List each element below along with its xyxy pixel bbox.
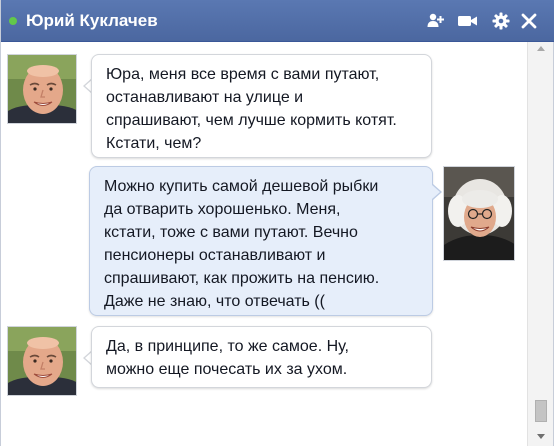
message-text-line: Можно купить самой дешевой рыбки [104, 178, 379, 195]
message-list[interactable]: Юра, меня все время с вами путают, остан… [1, 42, 527, 446]
message-incoming: Юра, меня все время с вами путают, остан… [1, 42, 527, 162]
message-text-line: пенсионеры останавливают и [104, 247, 326, 264]
message-bubble[interactable]: Да, в принципе, то же самое. Ну, можно е… [91, 326, 432, 388]
message-bubble[interactable]: Юра, меня все время с вами путают, остан… [91, 54, 432, 158]
message-text-line: Да, в принципе, то же самое. Ну, [106, 338, 349, 355]
close-icon[interactable] [519, 11, 539, 31]
message-text-line: да отварить хорошенько. Меня, [104, 201, 341, 218]
chat-titlebar[interactable]: Юрий Куклачев [1, 0, 554, 42]
contact-avatar[interactable] [7, 326, 77, 396]
message-bubble[interactable]: Можно купить самой дешевой рыбки да отва… [89, 166, 433, 316]
chat-window: Юрий Куклачев Юра, меня все время с вами… [0, 0, 554, 446]
message-text-line: Юра, меня все время с вами путают, [106, 66, 380, 83]
settings-gear-icon[interactable] [491, 11, 511, 31]
message-text-line: останавливают на улице и [106, 89, 304, 106]
bubble-tail [432, 185, 440, 199]
message-outgoing: Можно купить самой дешевой рыбки да отва… [1, 166, 527, 316]
contact-avatar[interactable] [7, 54, 77, 124]
online-status-icon [9, 17, 17, 25]
user-avatar[interactable] [443, 166, 515, 261]
message-text-line: кстати, тоже с вами путают. Вечно [104, 224, 358, 241]
message-text-line: спрашивают, как прожить на пенсию. [104, 270, 380, 287]
scroll-up-arrow-icon[interactable] [537, 46, 545, 51]
contact-name[interactable]: Юрий Куклачев [26, 10, 158, 32]
video-call-icon[interactable] [457, 11, 477, 31]
message-incoming: Да, в принципе, то же самое. Ну, можно е… [1, 322, 527, 402]
message-text-line: можно еще почесать их за ухом. [106, 361, 348, 378]
message-text-line: спрашивают, чем лучше кормить котят. [106, 112, 397, 129]
scrollbar-thumb[interactable] [535, 400, 547, 422]
message-text-line: Кстати, чем? [106, 135, 202, 152]
scroll-down-arrow-icon[interactable] [537, 434, 545, 439]
add-friend-icon[interactable] [425, 11, 445, 31]
message-text-line: Даже не знаю, что отвечать (( [104, 293, 325, 310]
chat-scrollbar[interactable] [527, 42, 553, 446]
